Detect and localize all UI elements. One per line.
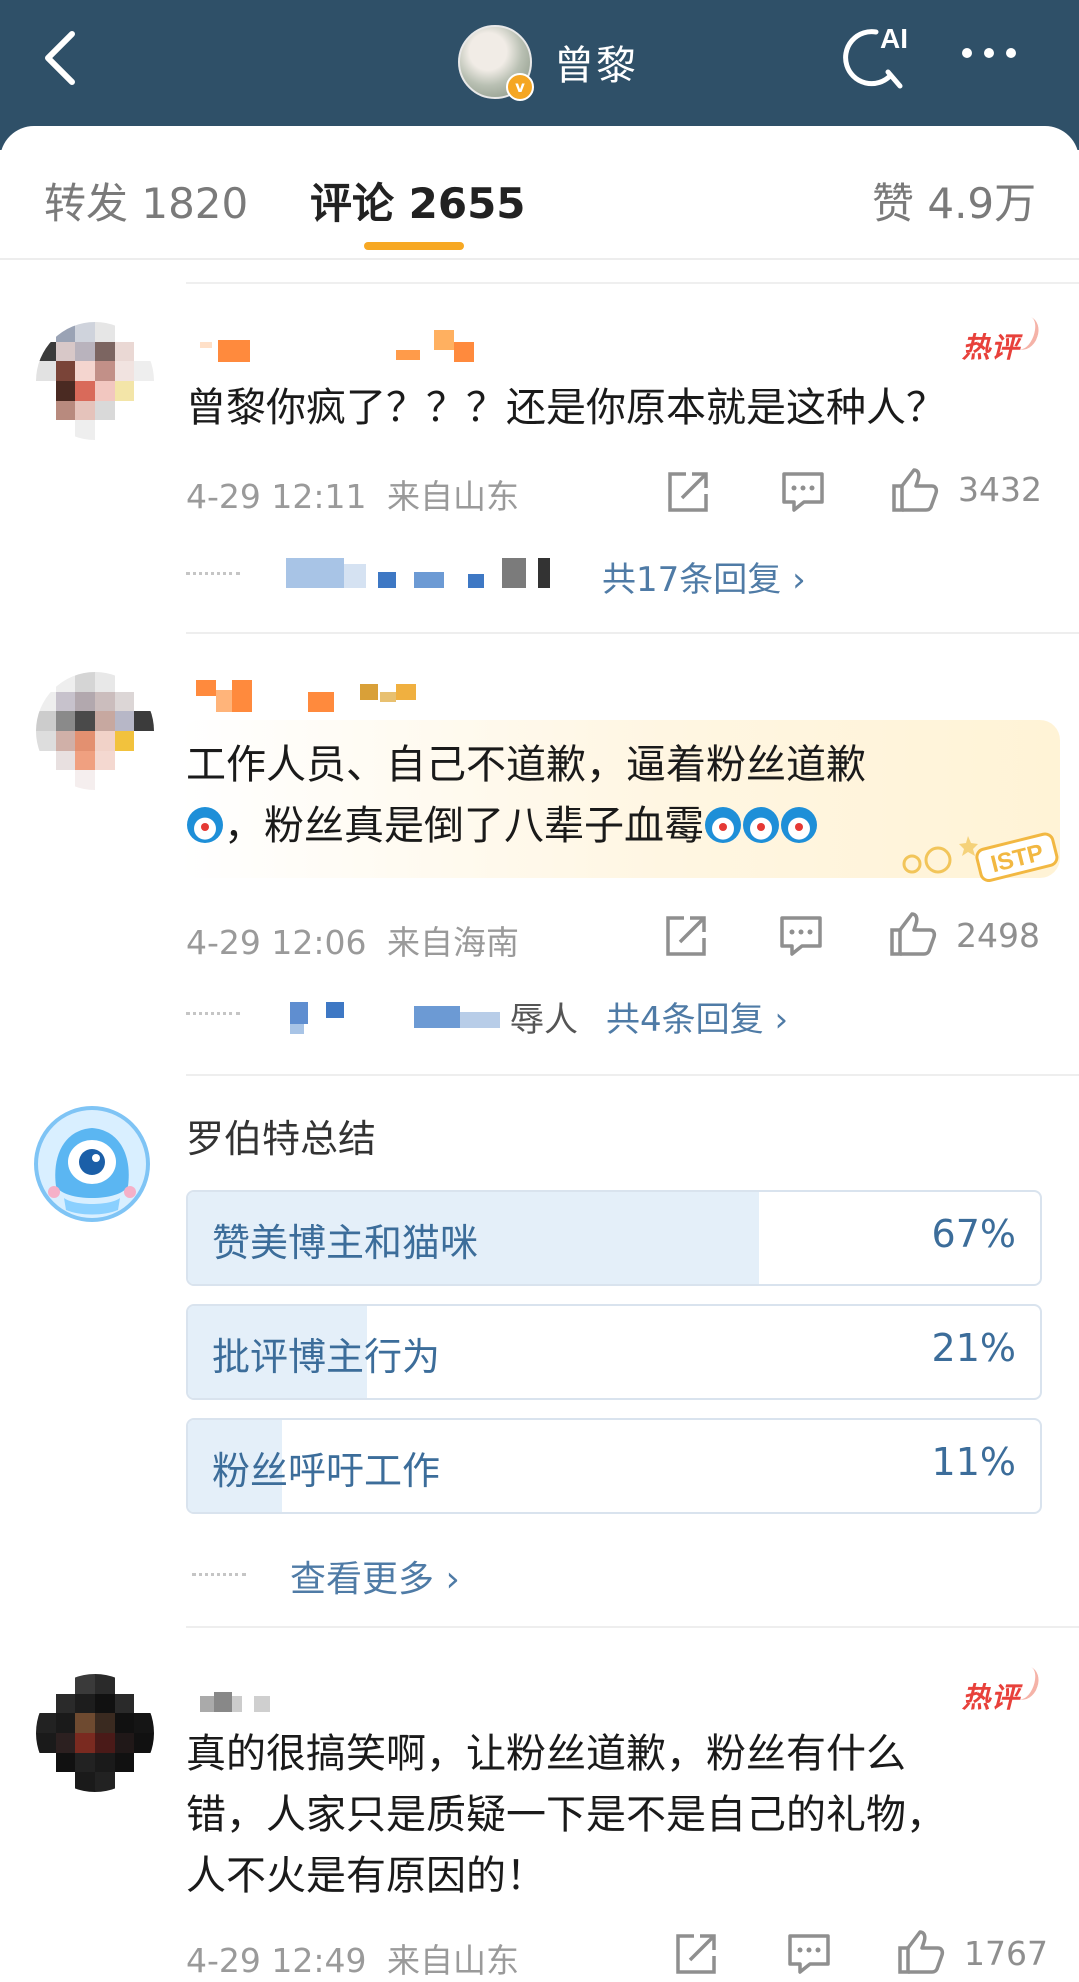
comment-location: 来自海南 [387, 923, 519, 962]
page-title: 曾黎 [554, 43, 638, 89]
hot-comment-badge: 热评 [962, 326, 1020, 366]
comment-icon[interactable] [780, 470, 826, 514]
comment-location: 来自山东 [387, 477, 519, 516]
more-dots-icon[interactable] [962, 48, 1016, 58]
tab-reposts[interactable]: 转发 1820 [44, 170, 248, 231]
hot-comment-badge: 热评 [962, 1676, 1020, 1716]
poll-option-percent: 11% [931, 1440, 1016, 1484]
thumbs-up-icon[interactable] [896, 1928, 946, 1976]
robot-avatar-icon[interactable] [34, 1106, 150, 1222]
comment-text-line: 工作人员、自己不道歉，逼着粉丝道歉 [186, 742, 866, 788]
ai-label: AI [880, 23, 908, 54]
replies-preview[interactable]: 共17条回复 › [186, 552, 1046, 600]
comment-text-line: ，粉丝真是倒了八辈子血霉 [224, 803, 704, 849]
username-redacted[interactable] [200, 1692, 300, 1722]
comment-text-line: 真的很搞笑啊，让粉丝道歉，粉丝有什么 [186, 1731, 906, 1777]
doraemon-emoji-icon [781, 807, 817, 843]
comment-time: 4-29 12:49 [186, 1941, 367, 1980]
istp-personality-badge-icon: ISTP [902, 832, 1059, 882]
share-icon[interactable] [664, 914, 708, 958]
tab-bar: 转发 1820 评论 2655 赞 4.9万 [0, 160, 1079, 260]
doraemon-emoji-icon [705, 807, 741, 843]
avatar[interactable] [36, 1674, 154, 1792]
poll-option-label: 赞美博主和猫咪 [212, 1221, 479, 1265]
divider [186, 1626, 1079, 1628]
poll-option[interactable]: 粉丝呼吁工作 11% [186, 1418, 1042, 1514]
comment-icon[interactable] [786, 1932, 832, 1976]
dots-lead [186, 1012, 240, 1015]
avatar[interactable] [36, 672, 154, 790]
divider [186, 1074, 1079, 1076]
comment-meta: 4-29 12:06 来自海南 [186, 916, 519, 964]
poll-option-label: 粉丝呼吁工作 [212, 1449, 441, 1493]
tab-likes[interactable]: 赞 4.9万 [872, 170, 1036, 231]
doraemon-emoji-icon [187, 807, 223, 843]
poll-option-percent: 21% [931, 1326, 1016, 1370]
share-icon[interactable] [666, 470, 710, 514]
poll-author-name: 罗伯特总结 [186, 1117, 377, 1161]
comment-time: 4-29 12:06 [186, 923, 367, 962]
avatar[interactable]: v [458, 25, 534, 101]
like-count: 1767 [964, 1934, 1048, 1973]
poll-option[interactable]: 赞美博主和猫咪 67% [186, 1190, 1042, 1286]
thumbs-up-icon[interactable] [888, 910, 938, 958]
like-count: 2498 [956, 916, 1040, 955]
divider [186, 632, 1079, 634]
reply-username-tail: ‍辱人 [510, 1000, 578, 1040]
like-count: 3432 [958, 470, 1042, 509]
thumbs-up-icon[interactable] [890, 466, 940, 514]
share-icon[interactable] [674, 1932, 718, 1976]
verified-badge-icon: v [506, 73, 534, 101]
username-redacted[interactable] [200, 330, 500, 362]
see-more-link[interactable]: 查看更多 › [290, 1550, 460, 1602]
view-replies-link[interactable]: 共4条回复 › [606, 992, 788, 1041]
ai-search-icon[interactable]: AI [836, 20, 916, 92]
profile-title[interactable]: v 曾黎 [458, 22, 638, 102]
comment-meta: 4-29 12:49 来自山东 [186, 1934, 519, 1982]
comment-icon[interactable] [778, 914, 824, 958]
dots-lead [186, 572, 240, 575]
comment-text: 曾黎你疯了？？？还是你原本就是这种人？ [186, 385, 946, 431]
comment-meta: 4-29 12:11 来自山东 [186, 470, 519, 518]
doraemon-emoji-icon [743, 807, 779, 843]
divider [186, 282, 1079, 284]
replies-preview[interactable]: ‍辱人 共4条回复 › [186, 992, 1046, 1040]
dots-lead [192, 1573, 246, 1576]
poll-option-label: 批评博主行为 [212, 1335, 441, 1379]
tab-active-indicator [364, 242, 464, 250]
comment-text-line: 人不火是有原因的！ [186, 1853, 546, 1899]
view-replies-link[interactable]: 共17条回复 › [602, 552, 806, 601]
comment-time: 4-29 12:11 [186, 477, 367, 516]
poll-option[interactable]: 批评博主行为 21% [186, 1304, 1042, 1400]
avatar[interactable] [36, 322, 154, 440]
username-redacted[interactable] [196, 680, 436, 712]
poll-option-percent: 67% [931, 1212, 1016, 1256]
comment-location: 来自山东 [387, 1941, 519, 1980]
comment-text-line: 错，人家只是质疑一下是不是自己的礼物， [186, 1792, 946, 1838]
divider [0, 258, 1079, 260]
back-chevron-icon[interactable] [38, 28, 82, 88]
comment-text: 真的很搞笑啊，让粉丝道歉，粉丝有什么 错，人家只是质疑一下是不是自己的礼物， 人… [186, 1724, 1066, 1907]
tab-comments[interactable]: 评论 2655 [310, 170, 526, 231]
